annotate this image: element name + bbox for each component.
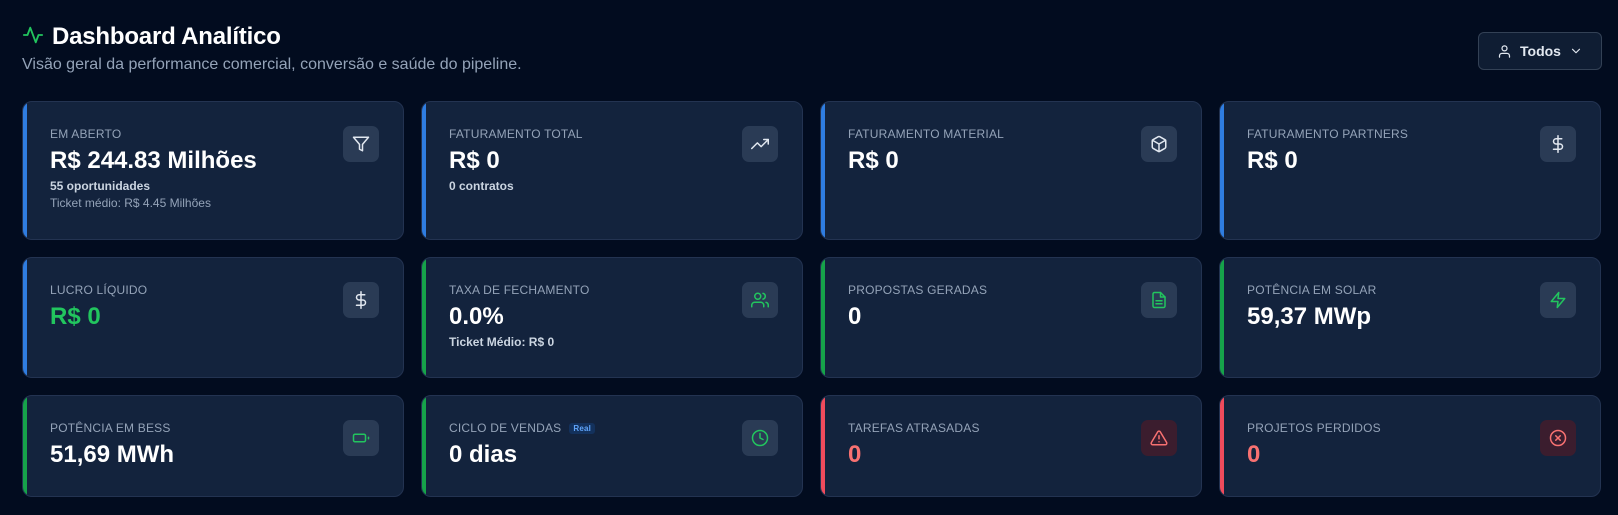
page-header: Dashboard Analítico Visão geral da perfo… (22, 22, 1602, 78)
kpi-card-tarefas-atrasadas[interactable]: TAREFAS ATRASADAS 0 (820, 395, 1202, 497)
card-label: FATURAMENTO MATERIAL (848, 127, 1005, 141)
dollar-icon (343, 282, 379, 318)
card-label: POTÊNCIA EM BESS (50, 421, 171, 435)
kpi-card-potencia-bess[interactable]: POTÊNCIA EM BESS 51,69 MWh (22, 395, 404, 497)
clock-icon (742, 420, 778, 456)
card-label: CICLO DE VENDAS (449, 421, 562, 435)
file-text-icon (1141, 282, 1177, 318)
card-label: PROPOSTAS GERADAS (848, 283, 988, 297)
zap-icon (1540, 282, 1576, 318)
real-badge: Real (569, 422, 596, 434)
kpi-card-em-aberto[interactable]: EM ABERTO R$ 244.83 Milhões 55 oportunid… (22, 101, 404, 240)
card-value: R$ 244.83 Milhões (50, 147, 257, 174)
kpi-card-propostas-geradas[interactable]: PROPOSTAS GERADAS 0 (820, 257, 1202, 378)
kpi-card-taxa-fechamento[interactable]: TAXA DE FECHAMENTO 0.0% Ticket Médio: R$… (421, 257, 803, 378)
card-label: TAREFAS ATRASADAS (848, 421, 980, 435)
kpi-card-lucro-liquido[interactable]: LUCRO LÍQUIDO R$ 0 (22, 257, 404, 378)
card-value: 0 (848, 303, 862, 330)
package-icon (1141, 126, 1177, 162)
card-label: POTÊNCIA EM SOLAR (1247, 283, 1377, 297)
user-icon (1498, 44, 1511, 58)
alert-triangle-icon (1141, 420, 1177, 456)
card-value: 59,37 MWp (1247, 303, 1372, 330)
card-label: PROJETOS PERDIDOS (1247, 421, 1381, 435)
user-filter-dropdown[interactable]: Todos (1478, 32, 1602, 70)
card-sub: 0 contratos (449, 179, 514, 193)
card-sub: Ticket Médio: R$ 0 (449, 335, 555, 349)
page-title: Dashboard Analítico (52, 23, 281, 50)
users-icon (742, 282, 778, 318)
card-value: 0 (1247, 441, 1261, 468)
kpi-card-faturamento-material[interactable]: FATURAMENTO MATERIAL R$ 0 (820, 101, 1202, 240)
kpi-card-projetos-perdidos[interactable]: PROJETOS PERDIDOS 0 (1219, 395, 1601, 497)
card-label: TAXA DE FECHAMENTO (449, 283, 590, 297)
battery-icon (343, 420, 379, 456)
dollar-icon (1540, 126, 1576, 162)
card-label-row: CICLO DE VENDAS Real (449, 420, 776, 436)
funnel-icon (343, 126, 379, 162)
kpi-card-ciclo-vendas[interactable]: CICLO DE VENDAS Real 0 dias (421, 395, 803, 497)
card-value: R$ 0 (1247, 147, 1298, 174)
card-label: FATURAMENTO TOTAL (449, 127, 583, 141)
kpi-grid: EM ABERTO R$ 244.83 Milhões 55 oportunid… (22, 101, 1601, 497)
card-value: 0 dias (449, 441, 518, 468)
card-label: FATURAMENTO PARTNERS (1247, 127, 1409, 141)
kpi-card-faturamento-partners[interactable]: FATURAMENTO PARTNERS R$ 0 (1219, 101, 1601, 240)
card-label: EM ABERTO (50, 127, 122, 141)
filter-label: Todos (1520, 43, 1561, 59)
card-sub2: Ticket médio: R$ 4.45 Milhões (50, 196, 211, 210)
card-value: 51,69 MWh (50, 441, 175, 468)
kpi-card-potencia-solar[interactable]: POTÊNCIA EM SOLAR 59,37 MWp (1219, 257, 1601, 378)
activity-icon (22, 24, 44, 51)
card-value: R$ 0 (449, 147, 500, 174)
card-value: 0 (848, 441, 862, 468)
kpi-card-faturamento-total[interactable]: FATURAMENTO TOTAL R$ 0 0 contratos (421, 101, 803, 240)
chevron-down-icon (1571, 48, 1581, 54)
card-value: R$ 0 (848, 147, 899, 174)
card-value: R$ 0 (50, 303, 101, 330)
x-circle-icon (1540, 420, 1576, 456)
title-row: Dashboard Analítico (22, 22, 1602, 52)
page-subtitle: Visão geral da performance comercial, co… (22, 56, 522, 73)
card-sub: 55 oportunidades (50, 179, 151, 193)
card-label: LUCRO LÍQUIDO (50, 283, 148, 297)
card-value: 0.0% (449, 303, 504, 330)
trending-up-icon (742, 126, 778, 162)
